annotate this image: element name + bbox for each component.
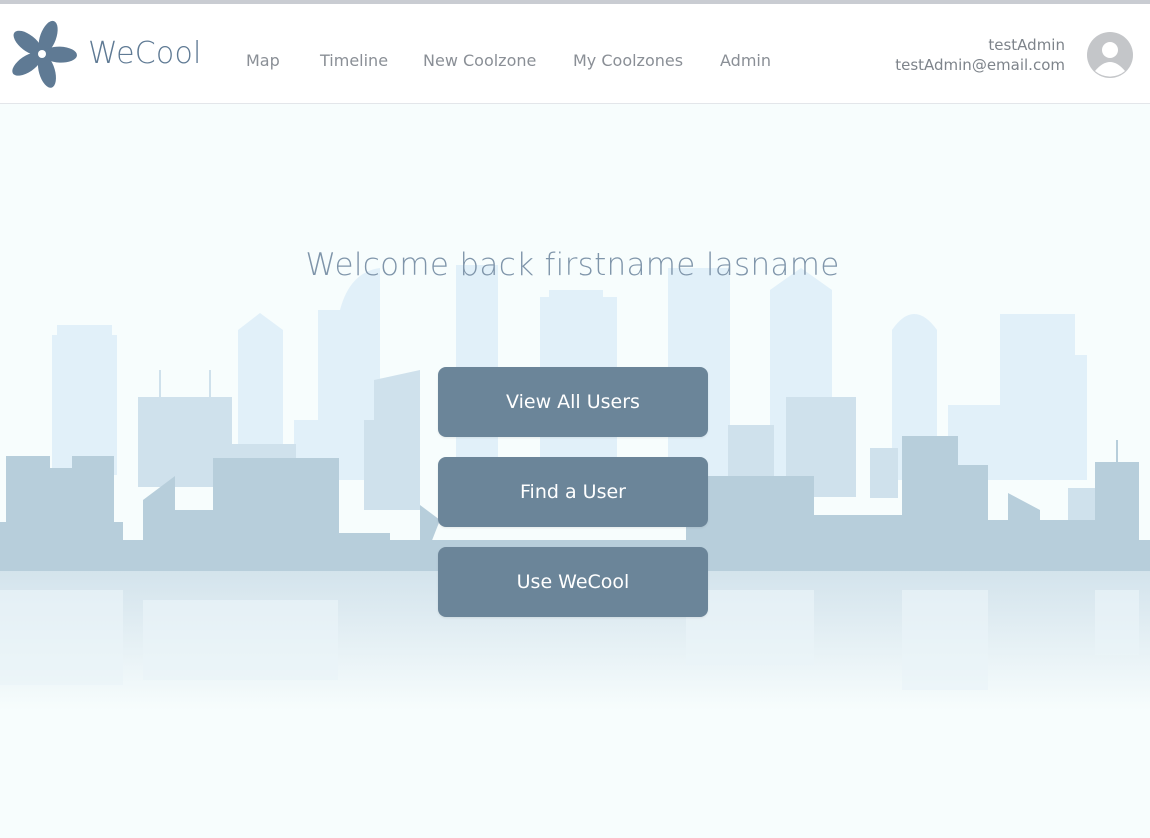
user-email: testAdmin@email.com [895,56,1065,74]
find-user-button[interactable]: Find a User [438,457,708,527]
nav-timeline[interactable]: Timeline [320,51,388,70]
user-info: testAdmin testAdmin@email.com [895,35,1065,75]
welcome-heading: Welcome back firstname lasname [305,246,840,283]
user-avatar-icon[interactable] [1086,31,1134,79]
nav-my-coolzones[interactable]: My Coolzones [573,51,683,70]
use-wecool-button[interactable]: Use WeCool [438,547,708,617]
nav-admin[interactable]: Admin [720,51,771,70]
view-all-users-button[interactable]: View All Users [438,367,708,437]
user-username: testAdmin [988,36,1065,54]
flower-logo-icon [12,20,77,88]
nav-new-coolzone[interactable]: New Coolzone [423,51,536,70]
top-navbar: WeCool Map Timeline New Coolzone My Cool… [0,4,1150,104]
brand-logo[interactable]: WeCool [6,18,206,90]
brand-name: WeCool [88,36,202,71]
nav-map[interactable]: Map [246,51,280,70]
